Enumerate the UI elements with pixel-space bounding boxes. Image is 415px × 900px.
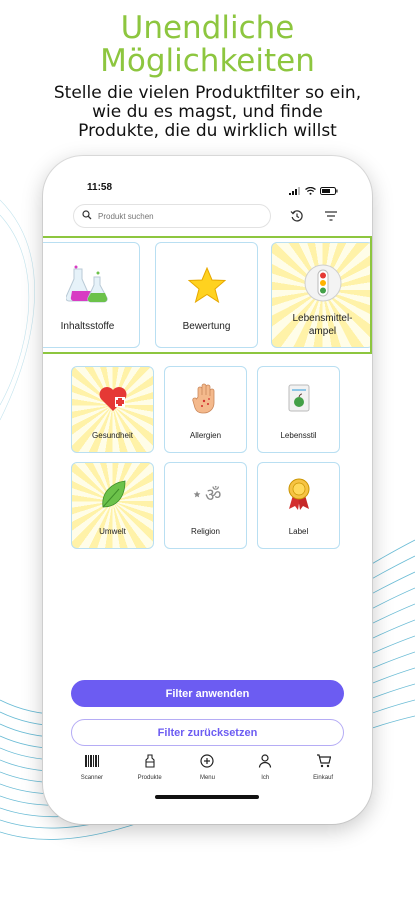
filter-label-umwelt: Umwelt [99, 527, 126, 536]
home-indicator [155, 795, 259, 799]
apple-document-icon [287, 383, 311, 418]
svg-text:ॐ: ॐ [205, 485, 221, 506]
tab-menu[interactable]: Menu [183, 754, 231, 794]
tab-scanner[interactable]: Scanner [68, 754, 116, 794]
filter-tile-bewertung[interactable]: Bewertung [155, 242, 258, 348]
filter-label-gesundheit: Gesundheit [92, 431, 133, 440]
tab-label-scanner: Scanner [80, 775, 104, 781]
hand-icon [191, 383, 220, 420]
filter-tile-umwelt[interactable]: Umwelt [71, 462, 154, 549]
award-medal-icon [286, 477, 312, 516]
headline: Unendliche Möglichkeiten Stelle die viel… [0, 12, 415, 141]
tab-label-einkauf: Einkauf [313, 775, 334, 781]
tab-produkte[interactable]: Produkte [126, 754, 174, 794]
phone-frame: 11:58 Inhalt [43, 156, 372, 824]
tab-label-menu: Menu [199, 775, 215, 781]
filter-label-lebensstil: Lebensstil [280, 431, 317, 440]
filter-tile-lebensmittelampel[interactable]: Lebensmittel- ampel [271, 242, 372, 348]
filter-icon[interactable] [323, 208, 339, 224]
filter-label-religion: Religion [191, 527, 220, 536]
filter-label-inhaltsstoffe: Inhaltsstoffe [60, 321, 115, 332]
person-icon [258, 754, 272, 773]
tab-label-produkte: Produkte [137, 775, 162, 781]
headline-subtitle-line2: wie du es magst, und finde [92, 102, 323, 122]
filter-label-ampel-line1: Lebensmittel- [292, 313, 353, 324]
signal-icon [289, 182, 301, 200]
filter-label-allergien: Allergien [189, 431, 222, 440]
status-icons [289, 182, 338, 200]
filter-tile-lebensstil[interactable]: Lebensstil [257, 366, 340, 453]
traffic-light-icon [303, 263, 343, 308]
search-icon [82, 207, 92, 225]
tab-ich[interactable]: Ich [241, 754, 289, 794]
tab-label-ich: Ich [261, 775, 270, 781]
headline-title-line2: Möglichkeiten [100, 43, 315, 79]
search-input[interactable] [98, 211, 248, 221]
history-icon[interactable] [289, 208, 305, 224]
products-icon [143, 754, 157, 773]
religion-symbols-icon: ॐ [183, 481, 229, 512]
filter-tile-label[interactable]: Label [257, 462, 340, 549]
barcode-icon [84, 754, 100, 773]
apply-filter-button[interactable]: Filter anwenden [71, 680, 344, 707]
search-bar[interactable] [73, 204, 271, 228]
tab-einkauf[interactable]: Einkauf [299, 754, 347, 794]
filter-label-label: Label [288, 527, 309, 536]
leaf-icon [99, 479, 127, 516]
filter-tile-religion[interactable]: ॐ Religion [164, 462, 247, 549]
status-time: 11:58 [87, 182, 113, 193]
reset-filter-button[interactable]: Filter zurücksetzen [71, 719, 344, 746]
headline-title-line1: Unendliche [120, 10, 295, 46]
filter-tile-inhaltsstoffe[interactable]: Inhaltsstoffe [43, 242, 140, 348]
wifi-icon [305, 182, 316, 200]
filter-label-ampel-line2: ampel [308, 326, 337, 337]
headline-subtitle-line1: Stelle die vielen Produktfilter so ein, [53, 83, 362, 103]
cart-icon [316, 754, 331, 773]
filter-tile-gesundheit[interactable]: Gesundheit [71, 366, 154, 453]
tab-bar: Scanner Produkte Menu Ich Einkauf [43, 754, 372, 794]
plus-circle-icon [200, 754, 215, 773]
filter-label-bewertung: Bewertung [182, 321, 231, 332]
headline-subtitle-line3: Produkte, die du wirklich willst [78, 121, 337, 141]
battery-icon [320, 182, 338, 200]
star-icon [187, 266, 226, 308]
flask-icon [64, 263, 110, 312]
heart-plus-icon [98, 385, 128, 418]
filter-tile-allergien[interactable]: Allergien [164, 366, 247, 453]
